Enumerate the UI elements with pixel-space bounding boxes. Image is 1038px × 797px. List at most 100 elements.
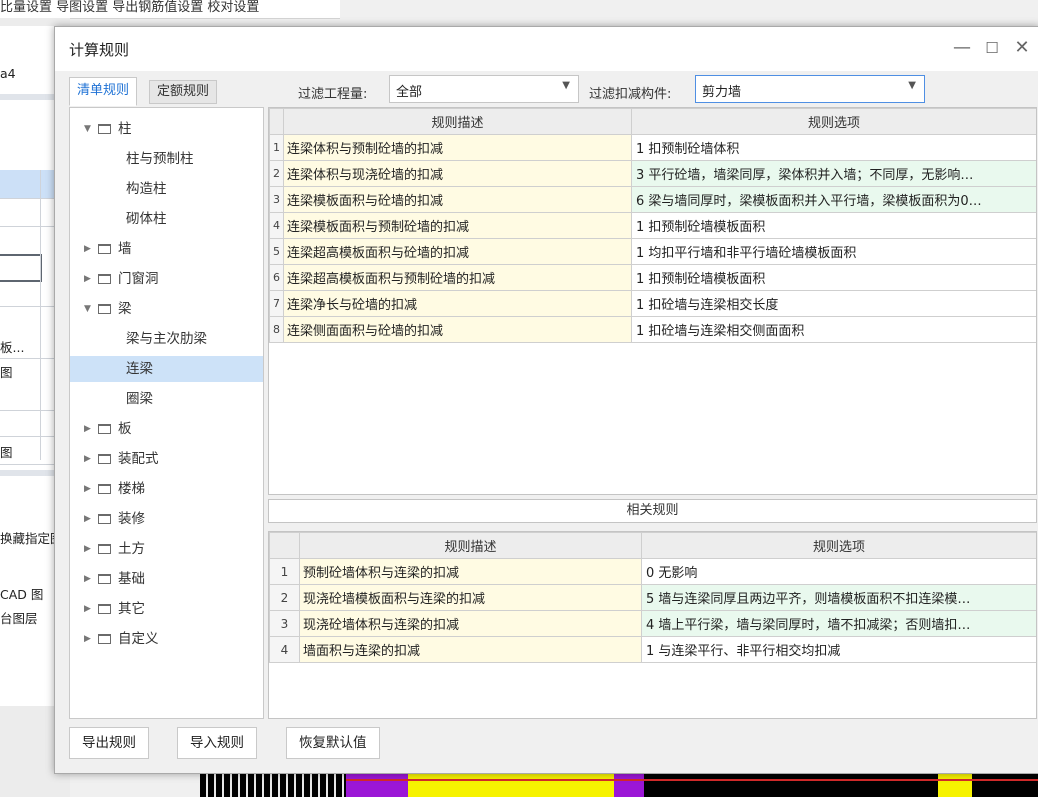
- caret-icon[interactable]: ▶: [84, 476, 91, 502]
- tree-node[interactable]: ▶ 装配式: [70, 446, 263, 472]
- rule-option[interactable]: 1 扣砼墙与连梁相交侧面面积: [631, 316, 1036, 343]
- table-row[interactable]: 3 连梁模板面积与砼墙的扣减 6 梁与墙同厚时，梁模板面积并入平行墙，梁模板面积为0…: [269, 186, 1036, 213]
- caret-icon[interactable]: ▶: [84, 236, 91, 262]
- table-row[interactable]: 8 连梁侧面面积与砼墙的扣减 1 扣砼墙与连梁相交侧面面积: [269, 316, 1036, 343]
- rule-option[interactable]: 4 墙上平行梁，墙与梁同厚时，墙不扣减梁；否则墙扣…: [641, 610, 1036, 637]
- component-tree[interactable]: ▼ 柱柱与预制柱 构造柱 砌体柱 ▶ 墙 ▶ 门窗洞 ▼ 梁梁与主次肋梁 连梁 圈梁 ▶ 板 ▶ 装配式 ▶ 楼梯…: [69, 107, 264, 719]
- rule-description[interactable]: 预制砼墙体积与连梁的扣减: [299, 558, 642, 585]
- caret-icon[interactable]: ▶: [84, 536, 91, 562]
- rule-description[interactable]: 连梁体积与预制砼墙的扣减: [283, 134, 632, 161]
- tree-node-label: 梁: [118, 301, 132, 317]
- table-row[interactable]: 2 现浇砼墙模板面积与连梁的扣减 5 墙与连梁同厚且两边平齐，则墙模板面积不扣连梁模…: [269, 584, 1036, 611]
- background-text: 图: [0, 445, 13, 460]
- tree-node[interactable]: ▶ 墙: [70, 236, 263, 262]
- caret-icon[interactable]: ▶: [84, 626, 91, 652]
- row-number: 7: [269, 290, 284, 317]
- export-rules-button[interactable]: 导出规则: [69, 727, 149, 759]
- tree-node[interactable]: ▶ 自定义: [70, 626, 263, 652]
- related-header-corner: [269, 532, 300, 559]
- filter-component-label: 过滤扣减构件:: [589, 87, 672, 102]
- rule-option[interactable]: 1 扣砼墙与连梁相交长度: [631, 290, 1036, 317]
- tree-node-label: 装配式: [118, 451, 159, 467]
- rule-option[interactable]: 1 与连梁平行、非平行相交均扣减: [641, 636, 1036, 663]
- tree-node-label: 基础: [118, 571, 145, 587]
- filter-quantity-select[interactable]: 全部 ▼: [389, 75, 579, 103]
- rule-option[interactable]: 6 梁与墙同厚时，梁模板面积并入平行墙，梁模板面积为0…: [631, 186, 1036, 213]
- rule-option[interactable]: 5 墙与连梁同厚且两边平齐，则墙模板面积不扣连梁模…: [641, 584, 1036, 611]
- rules-header-desc[interactable]: 规则描述: [283, 108, 632, 135]
- background-text: 板...: [0, 340, 25, 355]
- rules-header-option[interactable]: 规则选项: [631, 108, 1036, 135]
- tree-node[interactable]: ▶ 装修: [70, 506, 263, 532]
- caret-icon[interactable]: ▼: [84, 116, 91, 142]
- rule-option[interactable]: 0 无影响: [641, 558, 1036, 585]
- related-header-desc[interactable]: 规则描述: [299, 532, 642, 559]
- tree-node[interactable]: ▶ 土方: [70, 536, 263, 562]
- import-rules-button[interactable]: 导入规则: [177, 727, 257, 759]
- caret-icon[interactable]: ▶: [84, 416, 91, 442]
- tree-node[interactable]: 构造柱: [70, 176, 263, 202]
- background-text: 图: [0, 365, 13, 380]
- table-row[interactable]: 7 连梁净长与砼墙的扣减 1 扣砼墙与连梁相交长度: [269, 290, 1036, 317]
- table-row[interactable]: 6 连梁超高模板面积与预制砼墙的扣减 1 扣预制砼墙模板面积: [269, 264, 1036, 291]
- minimize-icon[interactable]: —: [947, 35, 977, 61]
- table-row[interactable]: 4 墙面积与连梁的扣减 1 与连梁平行、非平行相交均扣减: [269, 636, 1036, 663]
- caret-icon[interactable]: ▼: [84, 296, 91, 322]
- rule-description[interactable]: 现浇砼墙模板面积与连梁的扣减: [299, 584, 642, 611]
- dialog-titlebar[interactable]: 计算规则 — ☐ ✕: [55, 27, 1038, 71]
- filter-component-select[interactable]: 剪力墙 ▼: [695, 75, 925, 103]
- rule-description[interactable]: 连梁体积与现浇砼墙的扣减: [283, 160, 632, 187]
- caret-icon[interactable]: ▶: [84, 506, 91, 532]
- rule-option[interactable]: 1 均扣平行墙和非平行墙砼墙模板面积: [631, 238, 1036, 265]
- rule-option[interactable]: 1 扣预制砼墙体积: [631, 134, 1036, 161]
- related-rules-grid[interactable]: 规则描述 规则选项 1 预制砼墙体积与连梁的扣减 0 无影响 2 现浇砼墙模板面积与连梁…: [268, 531, 1037, 719]
- rule-option[interactable]: 1 扣预制砼墙模板面积: [631, 212, 1036, 239]
- rule-description[interactable]: 连梁模板面积与砼墙的扣减: [283, 186, 632, 213]
- table-row[interactable]: 1 预制砼墙体积与连梁的扣减 0 无影响: [269, 558, 1036, 585]
- rule-description[interactable]: 连梁净长与砼墙的扣减: [283, 290, 632, 317]
- tree-node-label: 楼梯: [118, 481, 145, 497]
- table-row[interactable]: 5 连梁超高模板面积与砼墙的扣减 1 均扣平行墙和非平行墙砼墙模板面积: [269, 238, 1036, 265]
- table-row[interactable]: 1 连梁体积与预制砼墙的扣减 1 扣预制砼墙体积: [269, 134, 1036, 161]
- rule-description[interactable]: 连梁模板面积与预制砼墙的扣减: [283, 212, 632, 239]
- folder-icon: [98, 484, 111, 494]
- caret-icon[interactable]: ▶: [84, 566, 91, 592]
- related-rules-title: 相关规则: [268, 499, 1037, 523]
- row-number: 4: [269, 212, 284, 239]
- rule-option[interactable]: 1 扣预制砼墙模板面积: [631, 264, 1036, 291]
- restore-defaults-button[interactable]: 恢复默认值: [286, 727, 380, 759]
- table-row[interactable]: 2 连梁体积与现浇砼墙的扣减 3 平行砼墙，墙梁同厚，梁体积并入墙；不同厚，无影响…: [269, 160, 1036, 187]
- rule-description[interactable]: 连梁侧面面积与砼墙的扣减: [283, 316, 632, 343]
- related-header-option[interactable]: 规则选项: [641, 532, 1036, 559]
- tree-node[interactable]: ▶ 板: [70, 416, 263, 442]
- rules-grid[interactable]: 规则描述 规则选项 1 连梁体积与预制砼墙的扣减 1 扣预制砼墙体积 2 连梁体积与现浇…: [268, 107, 1037, 495]
- row-number: 4: [269, 636, 300, 663]
- caret-icon[interactable]: ▶: [84, 446, 91, 472]
- table-row[interactable]: 3 现浇砼墙体积与连梁的扣减 4 墙上平行梁，墙与梁同厚时，墙不扣减梁；否则墙扣…: [269, 610, 1036, 637]
- folder-icon: [98, 514, 111, 524]
- rule-description[interactable]: 连梁超高模板面积与砼墙的扣减: [283, 238, 632, 265]
- rule-option[interactable]: 3 平行砼墙，墙梁同厚，梁体积并入墙；不同厚，无影响…: [631, 160, 1036, 187]
- close-icon[interactable]: ✕: [1007, 35, 1037, 61]
- tab-quota-rules[interactable]: 定额规则: [149, 80, 218, 104]
- caret-icon[interactable]: ▶: [84, 266, 91, 292]
- caret-icon[interactable]: ▶: [84, 596, 91, 622]
- tree-node[interactable]: ▶ 楼梯: [70, 476, 263, 502]
- tree-node[interactable]: ▶ 基础: [70, 566, 263, 592]
- tree-node[interactable]: 梁与主次肋梁: [70, 326, 263, 352]
- tree-node[interactable]: ▼ 柱: [70, 116, 263, 142]
- tree-node[interactable]: ▶ 门窗洞: [70, 266, 263, 292]
- rule-description[interactable]: 墙面积与连梁的扣减: [299, 636, 642, 663]
- tree-node[interactable]: 连梁: [70, 356, 263, 382]
- tree-node[interactable]: ▶ 其它: [70, 596, 263, 622]
- tree-node[interactable]: ▼ 梁: [70, 296, 263, 322]
- tree-node[interactable]: 砌体柱: [70, 206, 263, 232]
- rule-description[interactable]: 连梁超高模板面积与预制砼墙的扣减: [283, 264, 632, 291]
- background-selected-header: [0, 170, 62, 198]
- rule-description[interactable]: 现浇砼墙体积与连梁的扣减: [299, 610, 642, 637]
- table-row[interactable]: 4 连梁模板面积与预制砼墙的扣减 1 扣预制砼墙模板面积: [269, 212, 1036, 239]
- tree-node[interactable]: 柱与预制柱: [70, 146, 263, 172]
- maximize-icon[interactable]: ☐: [977, 35, 1007, 61]
- tree-node[interactable]: 圈梁: [70, 386, 263, 412]
- tab-bill-rules[interactable]: 清单规则: [69, 77, 138, 106]
